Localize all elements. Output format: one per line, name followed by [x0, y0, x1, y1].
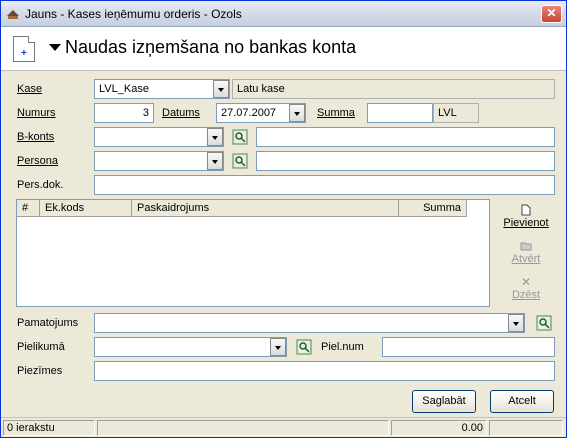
- status-extra: [489, 420, 563, 436]
- close-button[interactable]: ✕: [541, 5, 562, 23]
- persona-name-field[interactable]: [256, 151, 555, 171]
- column-header-ekkods[interactable]: Ek.kods: [40, 200, 132, 217]
- numurs-field[interactable]: 3: [94, 103, 154, 123]
- page-title: Naudas izņemšana no bankas konta: [65, 37, 357, 57]
- datums-label: Datums: [162, 107, 200, 119]
- bkonts-label: B-konts: [17, 131, 55, 143]
- persona-dropdown-button[interactable]: [207, 152, 223, 170]
- date-picker-button[interactable]: [289, 104, 305, 122]
- delete-x-icon: ✕: [520, 275, 532, 289]
- total-sum: 0.00: [391, 420, 487, 436]
- add-button-label: Pievienot: [503, 217, 549, 229]
- open-button-label: Atvērt: [511, 253, 541, 265]
- pielikuma-label: Pielikumā: [17, 341, 65, 353]
- persona-select[interactable]: [94, 151, 224, 171]
- pamatojums-label: Pamatojums: [17, 317, 79, 329]
- delete-button[interactable]: ✕ Dzēst: [501, 275, 551, 301]
- status-spacer: [97, 420, 389, 436]
- open-button[interactable]: Atvērt: [501, 239, 551, 265]
- summa-field[interactable]: [367, 103, 433, 123]
- open-folder-icon: [520, 242, 532, 251]
- persona-label: Persona: [17, 155, 58, 167]
- bkonts-lookup-icon[interactable]: [232, 129, 248, 145]
- persdok-field[interactable]: [94, 175, 555, 195]
- numurs-label: Numurs: [17, 107, 56, 119]
- pamatojums-select[interactable]: [94, 313, 525, 333]
- kase-name-field: Latu kase: [232, 79, 555, 99]
- pielnum-field[interactable]: [382, 337, 555, 357]
- currency-field: LVL: [433, 103, 479, 123]
- new-document-icon: +: [13, 36, 35, 62]
- new-page-icon: [521, 204, 531, 216]
- piezimes-label: Piezīmes: [17, 365, 63, 377]
- add-button[interactable]: Pievienot: [501, 203, 551, 229]
- column-header-number[interactable]: #: [17, 200, 40, 217]
- pamatojums-lookup-icon[interactable]: [536, 315, 552, 331]
- kase-dropdown-button[interactable]: [213, 80, 229, 98]
- bkonts-name-field[interactable]: [256, 127, 555, 147]
- form-header: + Naudas izņemšana no bankas konta: [1, 27, 566, 71]
- pamatojums-dropdown-button[interactable]: [508, 314, 524, 332]
- status-bar: 0 ierakstu 0.00: [1, 417, 566, 437]
- app-window: Jauns - Kases ieņēmumu orderis - Ozols ✕…: [0, 0, 567, 438]
- column-header-summa[interactable]: Summa: [399, 200, 467, 217]
- summa-label: Summa: [317, 107, 355, 119]
- cancel-button[interactable]: Atcelt: [490, 390, 554, 413]
- kase-label: Kase: [17, 83, 43, 95]
- piezimes-field[interactable]: [94, 361, 555, 381]
- pielikuma-select[interactable]: [94, 337, 287, 357]
- save-button[interactable]: Saglabāt: [412, 390, 476, 413]
- pielnum-label: Piel.num: [321, 341, 364, 353]
- line-items-grid[interactable]: # Ek.kods Paskaidrojums Summa: [16, 199, 490, 307]
- column-header-paskaidrojums[interactable]: Paskaidrojums: [132, 200, 399, 217]
- persdok-label: Pers.dok.: [17, 179, 64, 191]
- record-count: 0 ierakstu: [3, 420, 95, 436]
- persona-lookup-icon[interactable]: [232, 153, 248, 169]
- pielikuma-lookup-icon[interactable]: [296, 339, 312, 355]
- oak-app-icon: [7, 10, 19, 19]
- title-bar[interactable]: Jauns - Kases ieņēmumu orderis - Ozols ✕: [1, 1, 566, 27]
- pielikuma-dropdown-button[interactable]: [270, 338, 286, 356]
- bkonts-dropdown-button[interactable]: [207, 128, 223, 146]
- window-title: Jauns - Kases ieņēmumu orderis - Ozols: [25, 7, 242, 21]
- chevron-down-icon[interactable]: [49, 44, 61, 51]
- delete-button-label: Dzēst: [511, 289, 541, 301]
- bkonts-select[interactable]: [94, 127, 224, 147]
- kase-select[interactable]: LVL_Kase: [94, 79, 230, 99]
